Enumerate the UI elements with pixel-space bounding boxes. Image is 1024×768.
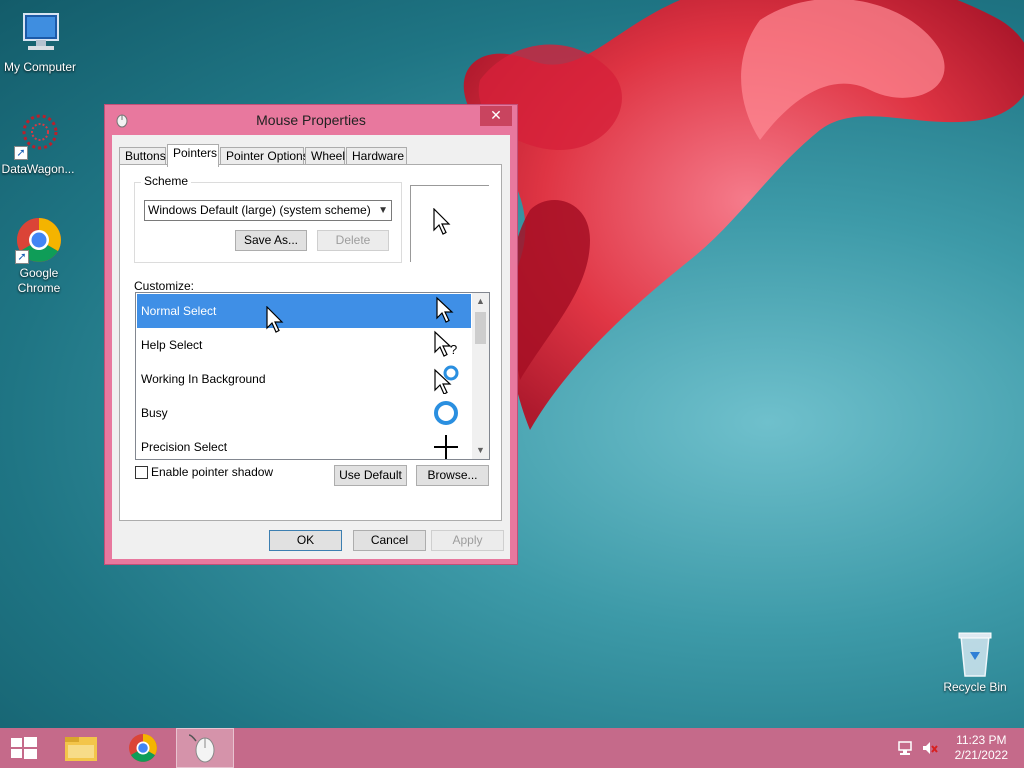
list-item-label: Working In Background [141, 372, 266, 386]
list-item-busy[interactable]: Busy [137, 396, 471, 430]
list-scrollbar[interactable]: ▲ ▼ [472, 293, 489, 459]
scheme-dropdown[interactable]: Windows Default (large) (system scheme) … [144, 200, 392, 221]
desktop-icon-label: My Computer [3, 60, 77, 74]
list-item-label: Help Select [141, 338, 203, 352]
clock-time: 11:23 PM [956, 733, 1007, 747]
system-clock[interactable]: 11:23 PM 2/21/2022 [955, 733, 1008, 763]
taskbar-chrome[interactable] [114, 728, 172, 768]
arrow-cursor-icon [436, 296, 454, 323]
mouse-properties-dialog: Mouse Properties ✕ Buttons Pointers Poin… [104, 104, 518, 565]
scheme-selected: Windows Default (large) (system scheme) [148, 203, 371, 217]
mouse-icon [188, 734, 215, 763]
taskbar-mouse-properties[interactable] [176, 728, 234, 768]
pointer-shadow-label: Enable pointer shadow [151, 465, 274, 479]
dialog-title: Mouse Properties [256, 112, 366, 128]
pointers-panel: Scheme Windows Default (large) (system s… [119, 164, 502, 521]
scheme-label: Scheme [141, 174, 192, 188]
datawagon-icon: ➚ [14, 112, 62, 160]
scheme-group: Scheme Windows Default (large) (system s… [134, 174, 402, 263]
tab-pointers[interactable]: Pointers [167, 144, 219, 167]
wallpaper-flower [463, 0, 1024, 430]
desktop-icon-recycle-bin[interactable]: Recycle Bin [935, 630, 1015, 695]
file-explorer-icon [65, 737, 97, 761]
arrow-cursor-icon [433, 208, 451, 235]
computer-icon [16, 10, 64, 58]
cancel-button[interactable]: Cancel [353, 530, 426, 551]
list-item-normal-select[interactable]: Normal Select [137, 294, 471, 328]
desktop-icon-label: Recycle Bin [943, 680, 1007, 694]
close-button[interactable]: ✕ [480, 106, 512, 126]
scroll-down-icon[interactable]: ▼ [472, 442, 489, 459]
chrome-icon [129, 734, 157, 762]
shortcut-arrow-icon: ➚ [14, 146, 28, 160]
scrollbar-thumb[interactable] [475, 312, 486, 344]
working-cursor-icon [434, 365, 459, 394]
busy-cursor-icon [434, 401, 458, 425]
mouse-pointer-icon [266, 306, 284, 333]
network-icon[interactable] [897, 740, 915, 756]
pointer-shadow-checkbox[interactable] [135, 466, 148, 479]
ok-button[interactable]: OK [269, 530, 342, 551]
browse-button[interactable]: Browse... [416, 465, 489, 486]
desktop-icon-my-computer[interactable]: My Computer [0, 10, 80, 75]
cursor-list[interactable]: Normal Select Help Select ? Working In B… [135, 292, 490, 460]
svg-text:?: ? [450, 342, 457, 357]
desktop-icon-label: DataWagon... [1, 162, 75, 176]
list-item-precision-select[interactable]: Precision Select [137, 430, 471, 459]
save-as-button[interactable]: Save As... [235, 230, 307, 251]
shortcut-arrow-icon: ➚ [15, 250, 29, 264]
start-button[interactable] [0, 728, 48, 768]
clock-date: 2/21/2022 [954, 748, 1008, 762]
desktop-icon-google-chrome[interactable]: ➚ Google Chrome [0, 216, 79, 296]
customize-label: Customize: [134, 279, 195, 293]
use-default-button[interactable]: Use Default [334, 465, 407, 486]
dialog-client: Buttons Pointers Pointer Options Wheel H… [112, 135, 510, 559]
apply-button[interactable]: Apply [431, 530, 504, 551]
cursor-preview [410, 185, 489, 262]
list-item-working-in-background[interactable]: Working In Background [137, 362, 471, 396]
list-item-label: Busy [141, 406, 168, 420]
scroll-up-icon[interactable]: ▲ [472, 293, 489, 310]
delete-button[interactable]: Delete [317, 230, 389, 251]
desktop-icon-datawagon[interactable]: ➚ DataWagon... [0, 112, 78, 177]
recycle-bin-icon [951, 630, 999, 678]
taskbar: 11:23 PM 2/21/2022 [0, 728, 1024, 768]
dialog-titlebar[interactable]: Mouse Properties ✕ [105, 105, 517, 135]
list-item-help-select[interactable]: Help Select ? [137, 328, 471, 362]
chevron-down-icon: ▼ [378, 205, 388, 216]
crosshair-cursor-icon [434, 435, 458, 459]
help-cursor-icon: ? [434, 330, 457, 357]
taskbar-file-explorer[interactable] [52, 728, 110, 768]
volume-muted-icon[interactable] [921, 740, 939, 756]
windows-logo-icon [11, 737, 37, 759]
list-item-label: Normal Select [141, 304, 217, 318]
list-item-label: Precision Select [141, 440, 228, 454]
chrome-icon: ➚ [15, 216, 63, 264]
desktop-icon-label: Google Chrome [17, 266, 61, 295]
